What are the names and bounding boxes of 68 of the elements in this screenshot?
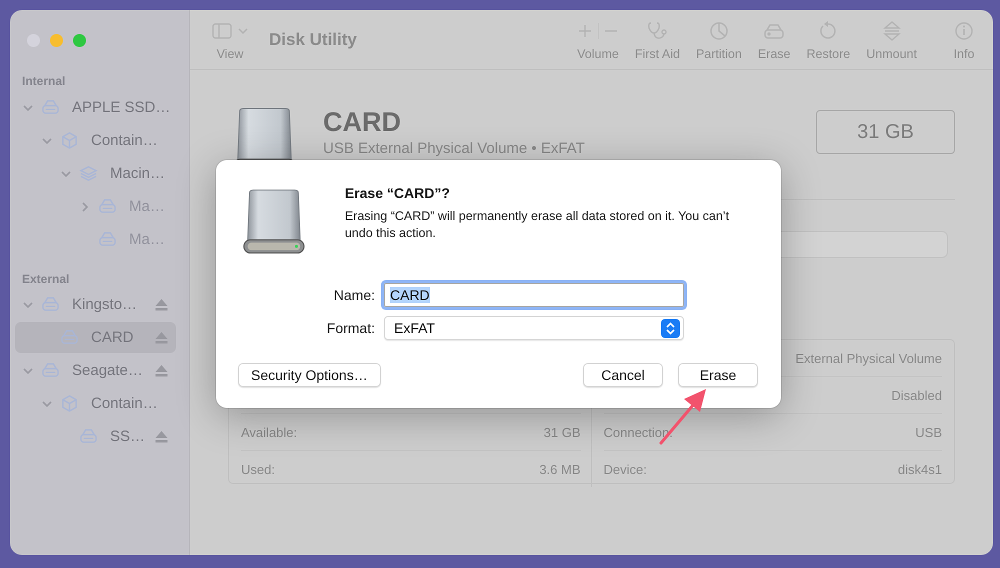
info-value: 3.6 MB (539, 462, 580, 476)
info-value: Disabled (891, 388, 942, 402)
cube-icon (60, 394, 79, 413)
pie-chart-icon (708, 20, 730, 42)
item-label: Macin… (110, 165, 166, 182)
item-label: CARD (91, 329, 135, 346)
field-label: Format: (326, 320, 375, 336)
window-title: Disk Utility (269, 30, 357, 50)
info-label: Used: (241, 462, 275, 476)
dialog-button[interactable]: Cancel (583, 363, 663, 387)
drive-icon (41, 98, 60, 117)
drive-icon (98, 197, 117, 216)
toolbar-button[interactable]: Volume (569, 18, 627, 60)
info-value: disk4s1 (898, 462, 942, 476)
field-label: Name: (332, 287, 375, 303)
info-value: External Physical Volume (795, 350, 942, 366)
item-label: Kingsto… (72, 296, 138, 313)
capacity-box: 31 GB (816, 110, 955, 154)
chevron-icon (238, 26, 248, 34)
info-label: Available: (241, 424, 298, 440)
item-label: Contain… (91, 395, 159, 412)
format-popup[interactable]: ExFAT (384, 316, 684, 340)
dialog-title: Erase “CARD”? (344, 184, 451, 202)
sidebar-row[interactable]: Macin… (15, 158, 176, 189)
info-button[interactable]: Info (945, 18, 983, 60)
section-heading: Internal (21, 74, 66, 88)
toolbar-button[interactable]: First Aid (626, 18, 688, 60)
layers-icon (79, 164, 98, 183)
volume-subtitle: USB External Physical Volume • ExFAT (323, 139, 586, 159)
info-label: Device: (604, 462, 647, 476)
item-label: Seagate… (72, 362, 144, 379)
security-options-button[interactable]: Security Options… (238, 363, 381, 387)
info-value: USB (915, 424, 942, 440)
info-icon (953, 20, 975, 42)
sidebar-row[interactable]: APPLE SSD… (15, 92, 176, 123)
drive-icon (60, 328, 79, 347)
minimize-button[interactable] (50, 34, 63, 47)
drive-icon (98, 230, 117, 249)
unmount-icon (880, 20, 903, 42)
drive-icon (41, 295, 60, 314)
drive-icon (79, 427, 98, 446)
view-button[interactable]: View (204, 18, 256, 60)
zoom-button[interactable] (73, 34, 86, 47)
dialog-message: Erasing “CARD” will permanently erase all data stored on it. You can’t undo this action. (344, 208, 730, 242)
item-label: SS… (110, 428, 146, 445)
name-field[interactable]: CARD (384, 283, 684, 307)
sidebar-row[interactable]: Contain… (15, 125, 176, 156)
plus-icon (578, 24, 592, 38)
sidebar-icon (212, 22, 232, 38)
sidebar-row[interactable]: CARD (15, 322, 176, 353)
dialog-button[interactable]: Erase (678, 363, 758, 387)
cube-icon (60, 131, 79, 150)
toolbar-button[interactable]: Restore (798, 18, 858, 60)
item-label: Contain… (91, 132, 159, 149)
item-label: APPLE SSD… (72, 99, 172, 116)
info-value: 31 GB (544, 424, 580, 440)
drive-icon (41, 361, 60, 380)
toolbar-button[interactable]: Partition (688, 18, 750, 60)
toolbar-button[interactable]: Erase (750, 18, 798, 60)
toolbar-button[interactable]: Unmount (858, 18, 925, 60)
stethoscope-icon (646, 20, 668, 42)
sidebar-row[interactable]: Kingsto… (15, 289, 176, 320)
stepper-icon (661, 318, 680, 338)
sidebar-row[interactable]: Seagate… (15, 355, 176, 386)
sidebar-row[interactable]: Contain… (15, 388, 176, 419)
sidebar-row[interactable]: SS… (15, 421, 176, 452)
volume-title: CARD (323, 106, 402, 139)
section-heading: External (21, 272, 70, 286)
